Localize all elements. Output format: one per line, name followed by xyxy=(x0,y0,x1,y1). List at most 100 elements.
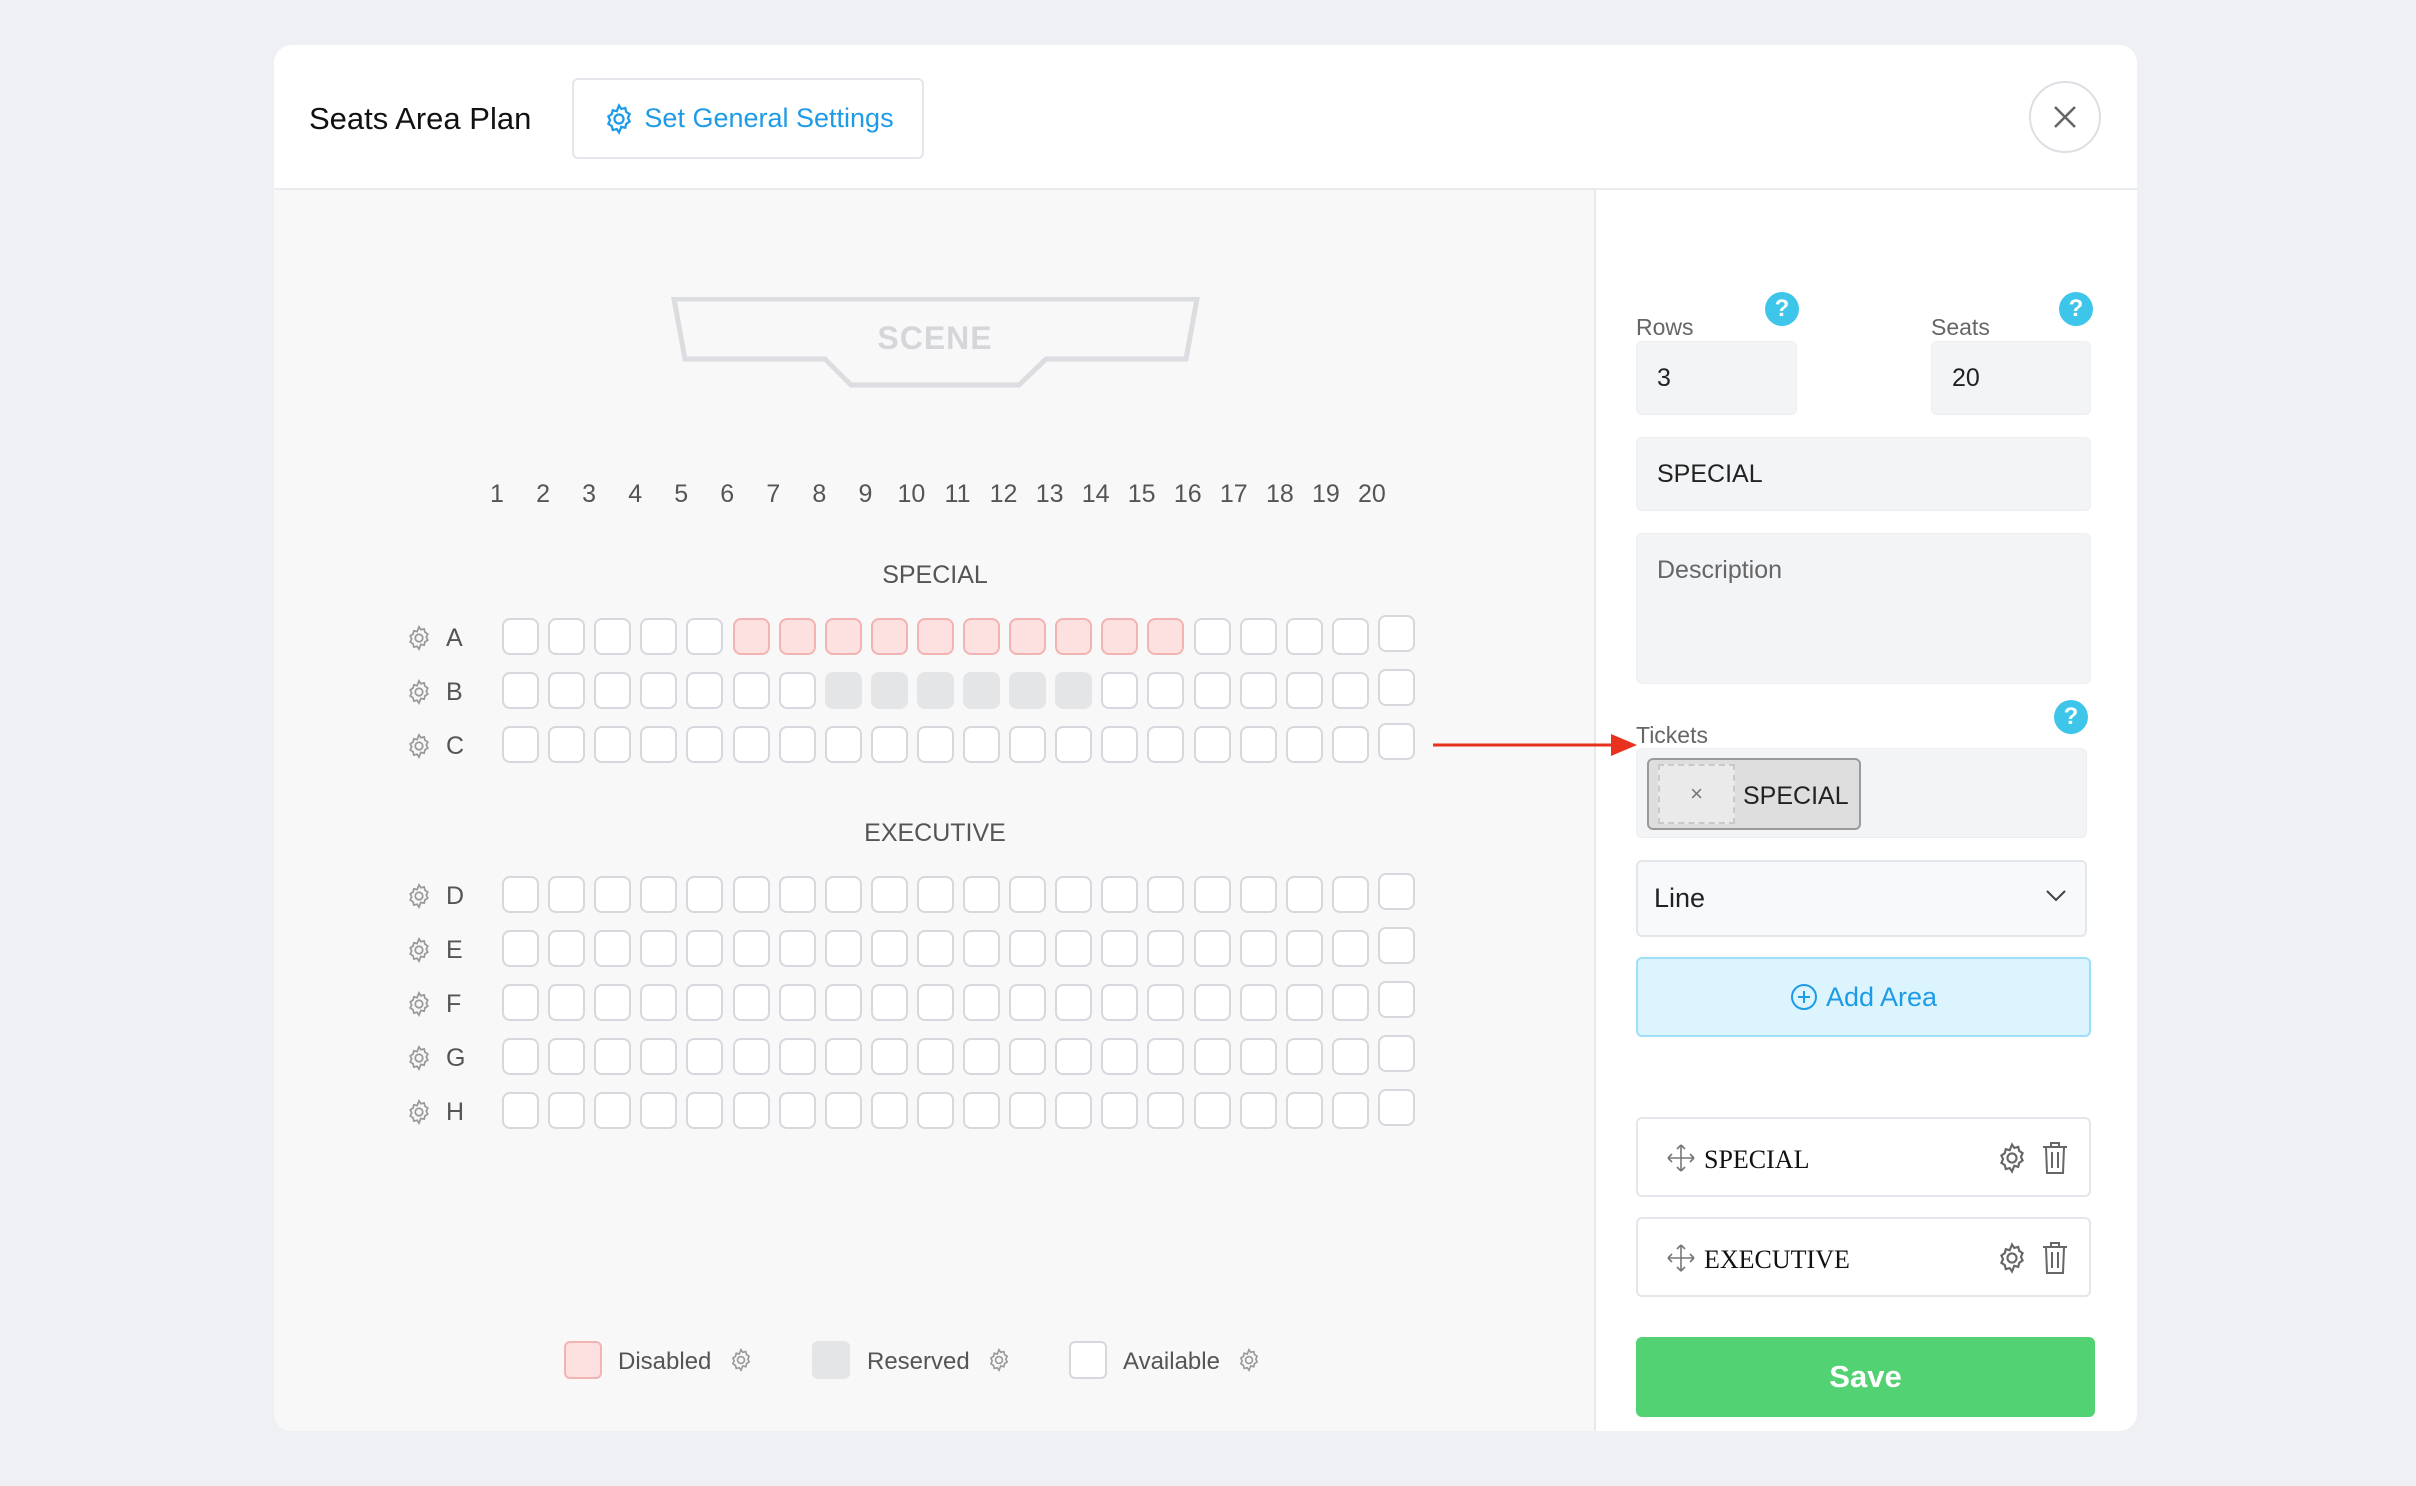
save-button[interactable]: Save xyxy=(1636,1337,2095,1417)
seat[interactable] xyxy=(1147,618,1185,655)
move-icon[interactable] xyxy=(1666,1143,1696,1173)
seat[interactable] xyxy=(870,1038,908,1075)
row-gear-icon[interactable] xyxy=(405,678,433,706)
close-button[interactable] xyxy=(2029,81,2101,153)
seat[interactable] xyxy=(548,930,586,967)
seat[interactable] xyxy=(686,1038,724,1075)
seat[interactable] xyxy=(1193,984,1231,1021)
seat[interactable] xyxy=(1377,1035,1415,1072)
seat[interactable] xyxy=(963,1092,1000,1129)
seat[interactable] xyxy=(778,930,816,967)
seat[interactable] xyxy=(1193,726,1231,763)
seat[interactable] xyxy=(548,876,586,913)
seat[interactable] xyxy=(824,984,862,1021)
seat[interactable] xyxy=(963,672,1000,709)
seat[interactable] xyxy=(502,726,539,763)
seat[interactable] xyxy=(870,672,908,709)
seat[interactable] xyxy=(916,1038,954,1075)
seat[interactable] xyxy=(1193,672,1231,709)
seat[interactable] xyxy=(502,618,539,655)
seat[interactable] xyxy=(1147,726,1185,763)
seat[interactable] xyxy=(548,1092,586,1129)
seat[interactable] xyxy=(1101,984,1139,1021)
seat[interactable] xyxy=(502,1038,539,1075)
seat[interactable] xyxy=(1331,984,1369,1021)
seat[interactable] xyxy=(1377,981,1415,1018)
seat[interactable] xyxy=(502,672,539,709)
gear-icon[interactable] xyxy=(1995,1241,2029,1275)
seat[interactable] xyxy=(1239,1092,1277,1129)
seat[interactable] xyxy=(1377,669,1415,706)
legend-gear-icon[interactable] xyxy=(986,1347,1012,1373)
seat[interactable] xyxy=(963,876,1000,913)
seat[interactable] xyxy=(1009,876,1047,913)
seat[interactable] xyxy=(1193,930,1231,967)
seat[interactable] xyxy=(1055,726,1093,763)
seat[interactable] xyxy=(1285,1038,1323,1075)
seat[interactable] xyxy=(870,984,908,1021)
seat[interactable] xyxy=(1101,930,1139,967)
seat[interactable] xyxy=(732,726,770,763)
seat[interactable] xyxy=(1147,930,1185,967)
seat[interactable] xyxy=(824,1038,862,1075)
tickets-help-icon[interactable]: ? xyxy=(2054,700,2088,734)
seat[interactable] xyxy=(778,1038,816,1075)
seat[interactable] xyxy=(548,618,586,655)
description-textarea[interactable]: Description xyxy=(1636,533,2091,684)
seat[interactable] xyxy=(1285,930,1323,967)
seat[interactable] xyxy=(1377,723,1415,760)
seat[interactable] xyxy=(1009,984,1047,1021)
remove-ticket-button[interactable]: × xyxy=(1658,764,1735,824)
row-gear-icon[interactable] xyxy=(405,1044,433,1072)
trash-icon[interactable] xyxy=(2041,1141,2069,1175)
seat[interactable] xyxy=(870,618,908,655)
seat[interactable] xyxy=(1055,876,1093,913)
seat[interactable] xyxy=(916,876,954,913)
set-general-settings-button[interactable]: Set General Settings xyxy=(572,78,924,159)
seat[interactable] xyxy=(1239,672,1277,709)
seat[interactable] xyxy=(1055,1038,1093,1075)
seat[interactable] xyxy=(732,1038,770,1075)
seat[interactable] xyxy=(1055,984,1093,1021)
seat[interactable] xyxy=(640,618,678,655)
seat[interactable] xyxy=(1377,1089,1415,1126)
seat[interactable] xyxy=(778,618,816,655)
seat[interactable] xyxy=(1193,618,1231,655)
seat[interactable] xyxy=(732,1092,770,1129)
seat[interactable] xyxy=(916,618,954,655)
row-gear-icon[interactable] xyxy=(405,1098,433,1126)
seat[interactable] xyxy=(1239,984,1277,1021)
seat[interactable] xyxy=(1193,1038,1231,1075)
seat[interactable] xyxy=(1331,876,1369,913)
seat[interactable] xyxy=(686,1092,724,1129)
seat[interactable] xyxy=(594,726,632,763)
seat[interactable] xyxy=(870,1092,908,1129)
area-list-item-special[interactable]: SPECIAL xyxy=(1636,1117,2091,1197)
seat[interactable] xyxy=(1101,618,1139,655)
seat[interactable] xyxy=(640,930,678,967)
seat[interactable] xyxy=(732,672,770,709)
rows-help-icon[interactable]: ? xyxy=(1765,292,1799,326)
seat[interactable] xyxy=(963,618,1000,655)
seat[interactable] xyxy=(824,672,862,709)
seat[interactable] xyxy=(1101,726,1139,763)
seat[interactable] xyxy=(1285,1092,1323,1129)
move-icon[interactable] xyxy=(1666,1243,1696,1273)
seat[interactable] xyxy=(1239,1038,1277,1075)
seat[interactable] xyxy=(1009,1038,1047,1075)
tickets-select[interactable]: × SPECIAL xyxy=(1636,748,2087,838)
seat[interactable] xyxy=(963,930,1000,967)
seat[interactable] xyxy=(640,672,678,709)
seat[interactable] xyxy=(1193,876,1231,913)
seats-input[interactable]: 20 xyxy=(1931,341,2091,415)
seat[interactable] xyxy=(594,876,632,913)
seat[interactable] xyxy=(963,1038,1000,1075)
seat[interactable] xyxy=(824,726,862,763)
seat[interactable] xyxy=(502,1092,539,1129)
seat[interactable] xyxy=(963,984,1000,1021)
seat[interactable] xyxy=(1285,726,1323,763)
seat[interactable] xyxy=(1101,1038,1139,1075)
seat[interactable] xyxy=(778,672,816,709)
seat[interactable] xyxy=(640,726,678,763)
seat[interactable] xyxy=(686,876,724,913)
